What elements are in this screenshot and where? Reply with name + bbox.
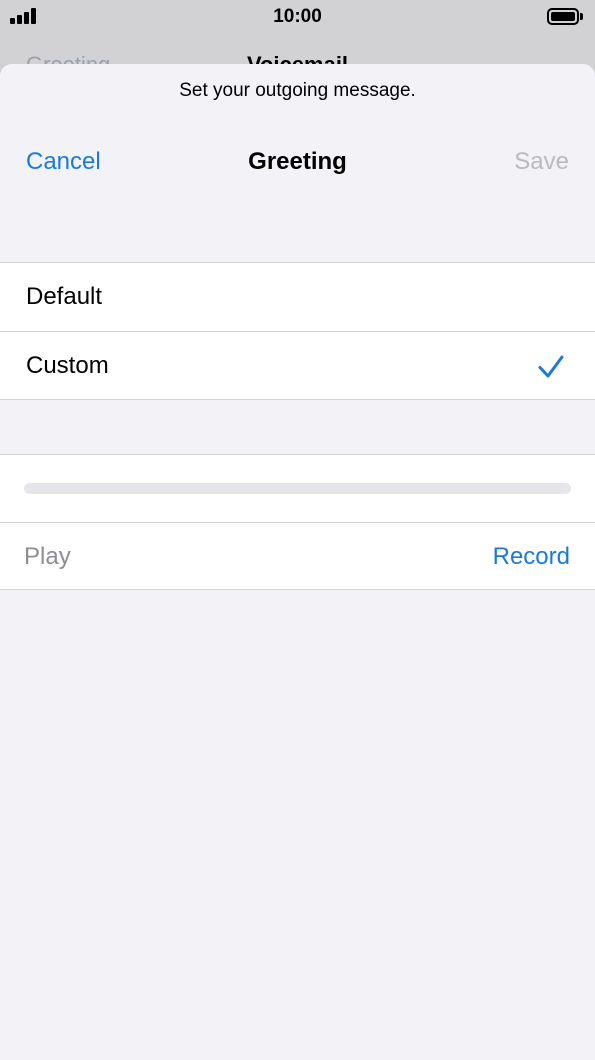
recording-progress-row <box>0 455 595 522</box>
battery-full-icon <box>547 8 583 25</box>
recording-group: Play Record <box>0 454 595 590</box>
status-bar: 10:00 <box>0 0 595 34</box>
save-button[interactable]: Save <box>514 148 569 176</box>
greeting-sheet: Set your outgoing message. Cancel Greeti… <box>0 64 595 1060</box>
option-label: Custom <box>26 352 109 379</box>
checkmark-icon <box>538 355 564 378</box>
recording-progress-bar <box>24 483 571 494</box>
option-custom[interactable]: Custom <box>0 331 595 399</box>
greeting-options-group: Default Custom <box>0 262 595 400</box>
play-button[interactable]: Play <box>24 543 71 571</box>
option-label: Default <box>26 283 103 310</box>
recording-actions-row: Play Record <box>0 522 595 589</box>
record-button[interactable]: Record <box>493 543 570 571</box>
status-time: 10:00 <box>273 6 322 27</box>
option-default[interactable]: Default <box>0 263 595 331</box>
sheet-prompt: Set your outgoing message. <box>179 80 416 101</box>
page-title: Greeting <box>248 148 347 175</box>
